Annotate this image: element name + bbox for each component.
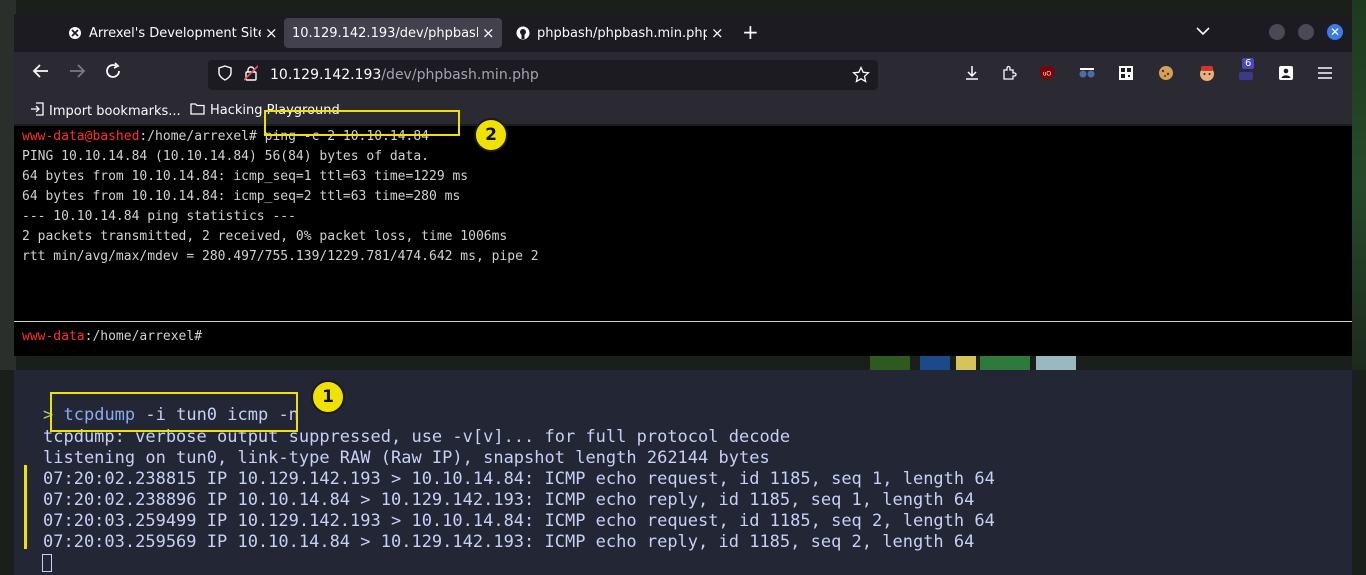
nav-toolbar: 10.129.142.193/dev/phpbash.min.php uO 6 (14, 52, 1352, 96)
terminal-window[interactable]: > tcpdump -i tun0 icmp -n tcpdump: verbo… (14, 370, 1352, 575)
highlight-bar-icmp-lines (24, 465, 27, 549)
folder-icon (190, 102, 205, 119)
import-icon (30, 102, 44, 120)
close-tab-icon[interactable]: × (711, 24, 724, 42)
terminal-cursor (42, 554, 52, 572)
tab-title: 10.129.142.193/dev/phpbash.min.php (292, 25, 478, 41)
reload-icon[interactable] (104, 62, 122, 87)
mascot-extension-icon[interactable] (1198, 64, 1216, 82)
badge-extension-icon[interactable]: 6 (1237, 58, 1255, 82)
github-icon (516, 26, 530, 40)
terminal-line: 07:20:03.259569 IP 10.10.14.84 > 10.129.… (43, 532, 975, 552)
terminal-line: 07:20:03.259499 IP 10.129.142.193 > 10.1… (43, 511, 995, 531)
bookmark-import[interactable]: Import bookmarks... (30, 102, 181, 120)
prompt-path: :/home/arrexel# (84, 329, 203, 344)
downloads-icon[interactable] (963, 64, 981, 82)
minimize-icon[interactable] (1269, 24, 1285, 40)
phpbash-webshell[interactable]: www-data@bashed:/home/arrexel# ping -c 2… (14, 126, 1352, 356)
ublock-origin-icon[interactable]: uO (1038, 64, 1056, 82)
close-tab-icon[interactable]: × (482, 24, 495, 42)
url-bar[interactable]: 10.129.142.193/dev/phpbash.min.php (208, 60, 878, 90)
new-tab-icon[interactable]: + (742, 22, 759, 42)
hamburger-menu-icon[interactable] (1316, 64, 1334, 82)
svg-text:uO: uO (1043, 72, 1051, 78)
chevron-down-icon[interactable] (1196, 24, 1210, 40)
url-host: 10.129.142.193 (270, 67, 382, 83)
annotation-badge-1: 1 (311, 380, 345, 414)
shield-icon[interactable] (218, 65, 236, 85)
terminal-line: listening on tun0, link-type RAW (Raw IP… (43, 448, 770, 468)
webshell-input-prompt[interactable]: www-data:/home/arrexel# (22, 327, 202, 347)
output-line: --- 10.10.14.84 ping statistics --- (22, 209, 296, 224)
prompt-path: :/home/arrexel# (139, 129, 257, 144)
forward-arrow-icon[interactable] (68, 62, 86, 87)
output-line: rtt min/avg/max/mdev = 280.497/755.139/1… (22, 249, 539, 264)
extension-badge-count: 6 (1242, 58, 1255, 69)
desktop-background-right (1352, 0, 1366, 370)
bookmarks-toolbar: Import bookmarks... Hacking Playground (14, 96, 1352, 124)
browser-window: Arrexel's Development Site × 10.129.142.… (14, 14, 1352, 356)
tab-bar: Arrexel's Development Site × 10.129.142.… (14, 14, 1352, 52)
output-line: PING 10.10.14.84 (10.10.14.84) 56(84) by… (22, 149, 429, 164)
tab-title: Arrexel's Development Site (89, 25, 261, 41)
highlight-box-ping-command (264, 110, 460, 136)
tab-arrexel-site[interactable]: Arrexel's Development Site × (64, 18, 284, 48)
close-tab-icon[interactable]: × (265, 24, 278, 42)
highlight-box-tcpdump-command (50, 392, 298, 432)
spy-glasses-icon[interactable] (1078, 64, 1096, 82)
maximize-icon[interactable] (1298, 24, 1314, 40)
back-arrow-icon[interactable] (32, 62, 50, 87)
url-path: /dev/phpbash.min.php (381, 67, 539, 83)
output-line: 64 bytes from 10.10.14.84: icmp_seq=2 tt… (22, 189, 461, 204)
tab-title: phpbash/phpbash.min.php (537, 25, 707, 41)
bookmark-star-icon[interactable] (852, 65, 870, 88)
prompt-user: www-data@bashed (22, 129, 140, 144)
output-line: 64 bytes from 10.10.14.84: icmp_seq=1 tt… (22, 169, 469, 184)
input-divider (14, 321, 1352, 322)
extensions-puzzle-icon[interactable] (1000, 64, 1018, 82)
annotation-badge-2: 2 (474, 118, 508, 152)
cookie-icon[interactable] (1157, 64, 1175, 82)
container-extension-icon[interactable] (1277, 64, 1295, 82)
broken-page-icon (68, 26, 82, 40)
tab-phpbash-active[interactable]: 10.129.142.193/dev/phpbash.min.php × (284, 18, 502, 48)
tab-github-phpbash[interactable]: phpbash/phpbash.min.php × (516, 18, 732, 48)
wallpaper-art (860, 354, 1100, 370)
insecure-lock-icon[interactable] (243, 65, 264, 85)
terminal-line: 07:20:02.238815 IP 10.129.142.193 > 10.1… (43, 469, 995, 489)
webshell-output: www-data@bashed:/home/arrexel# ping -c 2… (22, 127, 539, 267)
output-line: 2 packets transmitted, 2 received, 0% pa… (22, 229, 508, 244)
qr-code-icon[interactable] (1117, 64, 1135, 82)
terminal-line: 07:20:02.238896 IP 10.10.14.84 > 10.129.… (43, 490, 975, 510)
bookmark-label: Import bookmarks... (49, 103, 181, 119)
close-window-icon[interactable]: ✕ (1327, 24, 1343, 40)
prompt-user: www-data (22, 329, 85, 344)
